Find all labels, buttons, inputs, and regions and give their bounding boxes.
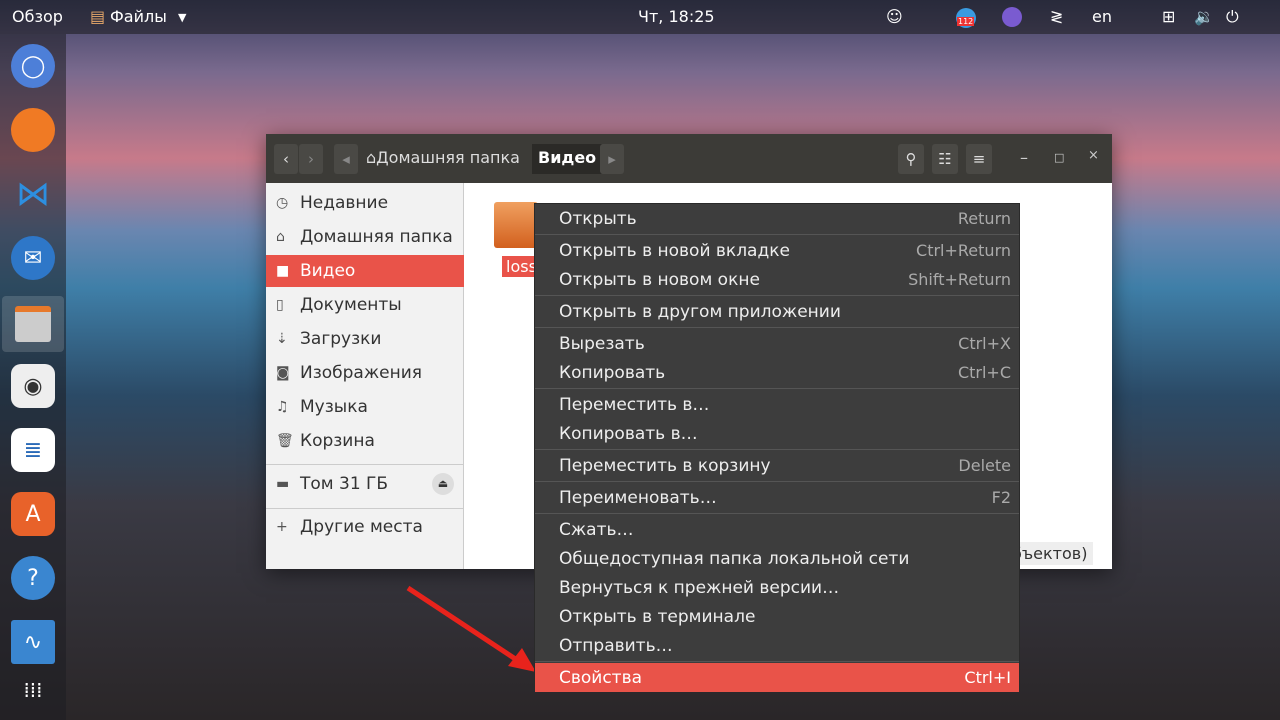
menu-item[interactable]: Переместить в корзину Delete (535, 451, 1019, 480)
menu-item-label: Копировать (559, 362, 666, 383)
menu-separator (535, 449, 1019, 450)
menu-separator (535, 481, 1019, 482)
menu-item-shortcut: Return (957, 209, 1011, 228)
menu-item-shortcut: Ctrl+Return (916, 241, 1011, 260)
menu-item[interactable]: Открыть в новой вкладке Ctrl+Return (535, 236, 1019, 265)
menu-item-label: Открыть в другом приложении (559, 301, 841, 322)
menu-item-label: Переименовать… (559, 487, 717, 508)
menu-item-label: Общедоступная папка локальной сети (559, 548, 910, 569)
menu-item[interactable]: Вернуться к прежней версии… (535, 573, 1019, 602)
menu-item[interactable]: Открыть в терминале (535, 602, 1019, 631)
menu-item-label: Копировать в… (559, 423, 698, 444)
menu-item[interactable]: Отправить… (535, 631, 1019, 660)
menu-item[interactable]: Переместить в… (535, 390, 1019, 419)
menu-item-shortcut: Delete (958, 456, 1011, 475)
menu-item-label: Сжать… (559, 519, 634, 540)
menu-separator (535, 513, 1019, 514)
menu-item-label: Вернуться к прежней версии… (559, 577, 840, 598)
menu-item-shortcut: Ctrl+C (957, 363, 1011, 382)
menu-item-label: Свойства (559, 667, 643, 688)
menu-item-label: Вырезать (559, 333, 645, 354)
menu-item-label: Открыть в новой вкладке (559, 240, 790, 261)
menu-separator (535, 388, 1019, 389)
menu-item-label: Открыть в терминале (559, 606, 756, 627)
menu-item[interactable]: Копировать Ctrl+C (535, 358, 1019, 387)
menu-item[interactable]: Свойства Ctrl+I (535, 663, 1019, 692)
menu-item[interactable]: Переименовать… F2 (535, 483, 1019, 512)
menu-item[interactable]: Общедоступная папка локальной сети (535, 544, 1019, 573)
menu-item-shortcut: Ctrl+X (958, 334, 1011, 353)
menu-item-label: Переместить в корзину (559, 455, 771, 476)
menu-item-label: Открыть в новом окне (559, 269, 760, 290)
menu-separator (535, 295, 1019, 296)
menu-separator (535, 661, 1019, 662)
menu-item[interactable]: Открыть в другом приложении (535, 297, 1019, 326)
menu-item-label: Отправить… (559, 635, 673, 656)
menu-item[interactable]: Копировать в… (535, 419, 1019, 448)
menu-item[interactable]: Вырезать Ctrl+X (535, 329, 1019, 358)
context-menu: Открыть Return Открыть в новой вкладке Ctrl… (534, 203, 1020, 692)
menu-item-shortcut: Ctrl+I (964, 668, 1011, 687)
menu-separator (535, 234, 1019, 235)
menu-item-shortcut: Shift+Return (908, 270, 1011, 289)
menu-item[interactable]: Открыть Return (535, 204, 1019, 233)
menu-item-label: Переместить в… (559, 394, 710, 415)
menu-item[interactable]: Сжать… (535, 515, 1019, 544)
menu-item-label: Открыть (559, 208, 637, 229)
menu-item[interactable]: Открыть в новом окне Shift+Return (535, 265, 1019, 294)
menu-item-shortcut: F2 (991, 488, 1011, 507)
menu-separator (535, 327, 1019, 328)
